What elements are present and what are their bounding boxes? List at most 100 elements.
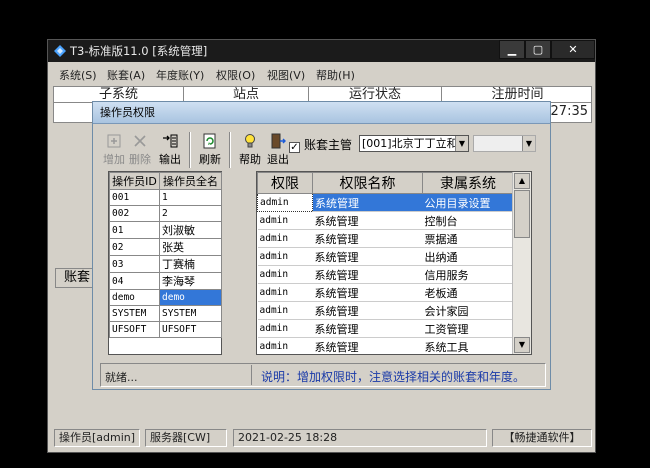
belong-system-cell[interactable]: 控制台 [422,211,514,230]
permission-cell[interactable]: admin [257,247,313,266]
permission-row[interactable]: admin 系统管理 票据通 [257,229,514,248]
permission-name-cell[interactable]: 系统管理 [312,301,423,320]
operator-name-cell[interactable]: demo [159,289,222,306]
permission-row[interactable]: admin 系统管理 出纳通 [257,247,514,266]
header-operator-name[interactable]: 操作员全名 [159,172,222,190]
menu-year-account[interactable]: 年度账(Y) [156,67,204,83]
minimize-button[interactable]: ▁ [499,40,525,59]
chevron-down-icon[interactable]: ▼ [455,136,468,151]
operator-row[interactable]: SYSTEM SYSTEM [109,305,222,322]
menu-permission[interactable]: 权限(O) [216,67,255,83]
operator-row[interactable]: 002 2 [109,205,222,222]
permission-row[interactable]: admin 系统管理 会计家园 [257,301,514,320]
permission-cell[interactable]: admin [257,301,313,320]
year-select[interactable]: ▼ [473,135,536,152]
belong-system-cell[interactable]: 公用目录设置 [422,193,514,212]
export-button[interactable]: 输出 [157,132,183,168]
operator-row[interactable]: 02 张英 [109,238,222,256]
header-operator-id[interactable]: 操作员ID [109,172,160,190]
permission-row[interactable]: admin 系统管理 信用服务 [257,265,514,284]
exit-button[interactable]: 退出 [265,132,291,168]
permission-row[interactable]: admin 系统管理 老板通 [257,283,514,302]
operator-id-cell[interactable]: SYSTEM [109,305,160,322]
column-run-status[interactable]: 运行状态 [309,87,442,102]
operator-name-cell[interactable]: 张英 [159,238,222,256]
exit-label: 退出 [267,153,289,166]
permission-row[interactable]: admin 系统管理 系统工具 [257,337,514,354]
operator-row[interactable]: UFSOFT UFSOFT [109,321,222,338]
operator-row[interactable]: demo demo [109,289,222,306]
permission-name-cell[interactable]: 系统管理 [312,283,423,302]
operator-id-cell[interactable]: 01 [109,221,160,239]
help-button[interactable]: 帮助 [237,132,263,168]
permission-cell[interactable]: admin [257,319,313,338]
header-belong-system[interactable]: 隶属系统 [422,172,514,194]
permission-row[interactable]: admin 系统管理 工资管理 [257,319,514,338]
scroll-thumb[interactable] [514,190,530,238]
permission-cell[interactable]: admin [257,193,313,212]
operator-row[interactable]: 04 李海琴 [109,272,222,290]
belong-system-cell[interactable]: 会计家园 [422,301,514,320]
permission-cell[interactable]: admin [257,337,313,354]
operator-row[interactable]: 03 丁赛楠 [109,255,222,273]
maximize-button[interactable]: ▢ [525,40,551,59]
header-permission[interactable]: 权限 [257,172,313,194]
belong-system-cell[interactable]: 信用服务 [422,265,514,284]
permission-cell[interactable]: admin [257,265,313,284]
menu-account[interactable]: 账套(A) [107,67,145,83]
operator-name-cell[interactable]: 1 [159,189,222,206]
operator-id-cell[interactable]: demo [109,289,160,306]
belong-system-cell[interactable]: 系统工具 [422,337,514,354]
close-button[interactable]: ✕ [551,40,595,59]
column-site[interactable]: 站点 [184,87,309,102]
belong-system-cell[interactable]: 老板通 [422,283,514,302]
operator-id-cell[interactable]: 001 [109,189,160,206]
permission-name-cell[interactable]: 系统管理 [312,265,423,284]
belong-system-cell[interactable]: 工资管理 [422,319,514,338]
belong-system-cell[interactable]: 票据通 [422,229,514,248]
operator-row[interactable]: 001 1 [109,189,222,206]
permission-name-cell[interactable]: 系统管理 [312,193,423,212]
operator-row[interactable]: 01 刘淑敏 [109,221,222,239]
operator-name-cell[interactable]: 2 [159,205,222,222]
operator-name-cell[interactable]: UFSOFT [159,321,222,338]
scroll-down-icon[interactable]: ▼ [514,337,530,353]
menu-system[interactable]: 系统(S) [59,67,97,83]
permission-row[interactable]: admin 系统管理 公用目录设置 [257,193,514,212]
column-subsystem[interactable]: 子系统 [54,87,184,102]
operator-name-cell[interactable]: 刘淑敏 [159,221,222,239]
permission-name-cell[interactable]: 系统管理 [312,211,423,230]
account-master-checkbox[interactable]: ✓ 账套主管 [289,136,352,153]
operator-id-cell[interactable]: 02 [109,238,160,256]
menu-help[interactable]: 帮助(H) [316,67,355,83]
delete-button[interactable]: 删除 [127,132,153,168]
permission-cell[interactable]: admin [257,229,313,248]
app-titlebar[interactable]: T3-标准版11.0 [系统管理] ▁ ▢ ✕ [48,40,595,62]
operator-id-cell[interactable]: 03 [109,255,160,273]
account-select[interactable]: [001]北京丁丁立和 ▼ [359,135,469,152]
permission-row[interactable]: admin 系统管理 控制台 [257,211,514,230]
checkbox-check-icon[interactable]: ✓ [289,142,300,153]
permission-name-cell[interactable]: 系统管理 [312,247,423,266]
belong-system-cell[interactable]: 出纳通 [422,247,514,266]
operator-name-cell[interactable]: 丁赛楠 [159,255,222,273]
chevron-down-icon[interactable]: ▼ [522,136,535,151]
refresh-button[interactable]: 刷新 [197,132,223,168]
dialog-title[interactable]: 操作员权限 [93,102,550,124]
permission-name-cell[interactable]: 系统管理 [312,319,423,338]
scroll-up-icon[interactable]: ▲ [514,173,530,189]
permission-name-cell[interactable]: 系统管理 [312,337,423,354]
permission-cell[interactable]: admin [257,211,313,230]
operator-id-cell[interactable]: 04 [109,272,160,290]
add-button[interactable]: 增加 [101,132,127,168]
operator-id-cell[interactable]: 002 [109,205,160,222]
header-permission-name[interactable]: 权限名称 [312,172,423,194]
operator-name-cell[interactable]: SYSTEM [159,305,222,322]
permission-scrollbar[interactable]: ▲ ▼ [512,172,531,354]
menu-view[interactable]: 视图(V) [267,67,305,83]
operator-id-cell[interactable]: UFSOFT [109,321,160,338]
operator-name-cell[interactable]: 李海琴 [159,272,222,290]
column-register-time[interactable]: 注册时间 [442,87,593,102]
permission-name-cell[interactable]: 系统管理 [312,229,423,248]
permission-cell[interactable]: admin [257,283,313,302]
